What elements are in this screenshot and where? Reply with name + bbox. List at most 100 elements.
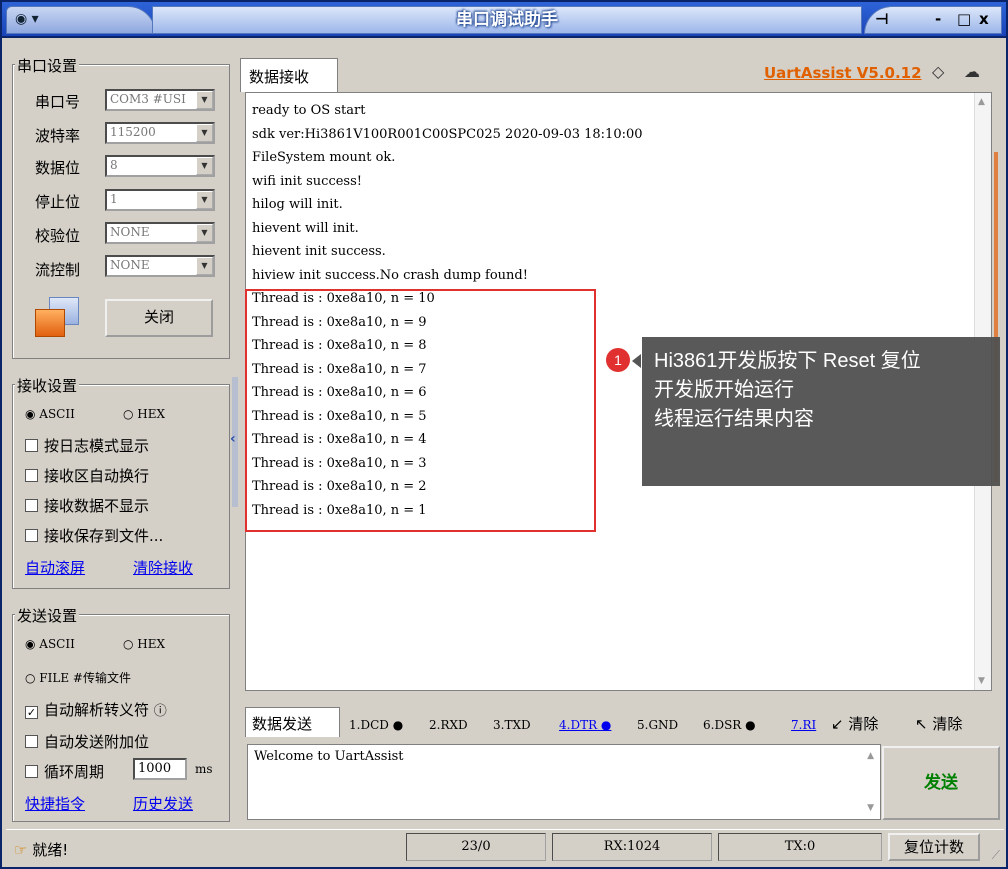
window-controls: ⊣ - □ x [864, 6, 1002, 34]
pin-dtr[interactable]: 4.DTR ● [559, 718, 611, 732]
checkbox-box [25, 499, 38, 512]
save-file-label: 接收保存到文件... [44, 527, 164, 545]
databits-label: 数据位 [35, 159, 81, 177]
send-settings-title: 发送设置 [15, 605, 80, 626]
arrow-up-icon: ↖ [915, 715, 928, 733]
pin-dsr-label: 6.DSR [703, 718, 742, 732]
status-ready: ☞ 就绪! [14, 839, 68, 860]
cycle-checkbox[interactable]: 循环周期 [25, 761, 104, 782]
status-rx: RX:1024 [552, 833, 712, 861]
checkbox-box: ✓ [25, 706, 38, 719]
scroll-down-icon[interactable]: ▼ [978, 676, 985, 686]
flow-select[interactable]: NONE ▼ [105, 255, 215, 277]
auto-scroll-link[interactable]: 自动滚屏 [25, 557, 85, 578]
resize-grip-icon[interactable]: ⟋ [992, 848, 1000, 863]
auto-wrap-checkbox[interactable]: 接收区自动换行 [25, 465, 149, 486]
receive-line: hievent init success. [252, 244, 386, 259]
callout-line-2: 开发版开始运行 [654, 379, 794, 401]
hide-data-label: 接收数据不显示 [44, 497, 150, 515]
pin-gnd[interactable]: 5.GND [637, 718, 678, 732]
hide-data-checkbox[interactable]: 接收数据不显示 [25, 495, 149, 516]
stopbits-value: 1 [110, 192, 118, 206]
app-menu-button[interactable]: ◉ ▾ [6, 6, 156, 34]
pin-rxd[interactable]: 2.RXD [429, 718, 468, 732]
append-check-checkbox[interactable]: 自动发送附加位 [25, 731, 149, 752]
parity-label: 校验位 [35, 227, 81, 245]
pin-dsr[interactable]: 6.DSR ● [703, 718, 756, 732]
scroll-down-icon[interactable]: ▼ [867, 803, 874, 813]
send-button[interactable]: 发送 [882, 746, 1000, 820]
port-select[interactable]: COM3 #USI ▼ [105, 89, 215, 111]
cycle-input[interactable]: 1000 [133, 758, 187, 780]
highlight-box [245, 289, 596, 532]
pin-icon[interactable]: ⊣ [875, 10, 889, 28]
checkbox-box [25, 765, 38, 778]
auto-wrap-label: 接收区自动换行 [44, 467, 150, 485]
send-hex-radio[interactable]: ○ HEX [123, 637, 165, 651]
log-mode-checkbox[interactable]: 按日志模式显示 [25, 435, 149, 456]
recv-hex-radio[interactable]: ○ HEX [123, 407, 165, 421]
send-ascii-radio[interactable]: ◉ ASCII [25, 637, 75, 651]
checkbox-box [25, 439, 38, 452]
minimize-button[interactable]: - [935, 10, 941, 28]
port-value: COM3 #USI [110, 92, 186, 106]
recv-ascii-label: ASCII [39, 407, 75, 421]
status-counts: 23/0 [406, 833, 546, 861]
info-icon[interactable]: ⓘ [154, 704, 167, 719]
pin-txd[interactable]: 3.TXD [493, 718, 531, 732]
maximize-button[interactable]: □ [957, 10, 971, 28]
arrow-down-icon: ↙ [831, 715, 844, 733]
send-hex-label: HEX [137, 637, 166, 651]
panel-splitter[interactable]: ‹ [230, 377, 238, 507]
toggle-port-button[interactable]: 关闭 [105, 299, 213, 337]
checkbox-box [25, 735, 38, 748]
receive-line: hiview init success.No crash dump found! [252, 267, 528, 283]
baud-select[interactable]: 115200 ▼ [105, 122, 215, 144]
clear-send-button-2[interactable]: ↖ 清除 [915, 713, 962, 734]
send-content: Welcome to UartAssist [254, 749, 404, 764]
clear-send-button-1[interactable]: ↙ 清除 [831, 713, 878, 734]
escape-parse-checkbox[interactable]: ✓ 自动解析转义符 ⓘ [25, 699, 167, 720]
scroll-up-icon[interactable]: ▲ [867, 751, 874, 761]
recv-ascii-radio[interactable]: ◉ ASCII [25, 407, 75, 421]
databits-select[interactable]: 8 ▼ [105, 155, 215, 177]
send-toolbar: 数据发送 1.DCD ● 2.RXD 3.TXD 4.DTR ● 5.GND 6… [245, 707, 1005, 737]
save-file-checkbox[interactable]: 接收保存到文件... [25, 525, 163, 546]
stopbits-select[interactable]: 1 ▼ [105, 189, 215, 211]
baud-value: 115200 [110, 125, 156, 139]
clear-receive-link[interactable]: 清除接收 [133, 557, 193, 578]
pin-dcd[interactable]: 1.DCD ● [349, 718, 403, 732]
send-file-radio[interactable]: ○ FILE #传输文件 [25, 669, 131, 686]
receive-line: ready to OS start [252, 103, 366, 118]
reset-count-button[interactable]: 复位计数 [888, 833, 980, 861]
chevron-down-icon: ▼ [196, 124, 213, 142]
receive-line: hievent will init. [252, 220, 359, 236]
pin-ri[interactable]: 7.RI [791, 718, 821, 732]
cycle-unit: ms [195, 762, 213, 776]
chat-icon[interactable]: ☁ [964, 62, 980, 81]
shortcut-link[interactable]: 快捷指令 [25, 793, 85, 814]
diamond-icon[interactable]: ◇ [932, 62, 944, 81]
stopbits-label: 停止位 [35, 193, 81, 211]
receive-line: hilog will init. [252, 197, 343, 212]
baud-label: 波特率 [35, 127, 81, 145]
tab-data-receive[interactable]: 数据接收 [240, 58, 338, 92]
history-link[interactable]: 历史发送 [133, 793, 193, 814]
tab-data-send[interactable]: 数据发送 [245, 707, 340, 737]
scroll-up-icon[interactable]: ▲ [978, 97, 985, 107]
status-bar: ☞ 就绪! 23/0 RX:1024 TX:0 复位计数 ⟋ [6, 829, 1004, 865]
flow-label: 流控制 [35, 261, 81, 279]
version-link[interactable]: UartAssist V5.0.12 [764, 64, 922, 82]
serial-settings-title: 串口设置 [15, 55, 80, 76]
parity-select[interactable]: NONE ▼ [105, 222, 215, 244]
receive-settings-title: 接收设置 [15, 375, 80, 396]
main-window: ◉ ▾ 串口调试助手 ⊣ - □ x 串口设置 串口号 COM3 #USI ▼ 波… [0, 0, 1008, 869]
callout-number-badge: 1 [606, 348, 630, 372]
close-button[interactable]: x [979, 10, 989, 28]
annotation-callout: Hi3861开发版按下 Reset 复位 开发版开始运行 线程运行结果内容 [642, 337, 1000, 486]
send-textarea[interactable]: Welcome to UartAssist ▲ ▼ [247, 744, 881, 820]
callout-line-3: 线程运行结果内容 [654, 408, 814, 430]
chevron-down-icon: ▼ [196, 257, 213, 275]
cycle-label: 循环周期 [44, 763, 105, 781]
port-label: 串口号 [35, 93, 81, 111]
